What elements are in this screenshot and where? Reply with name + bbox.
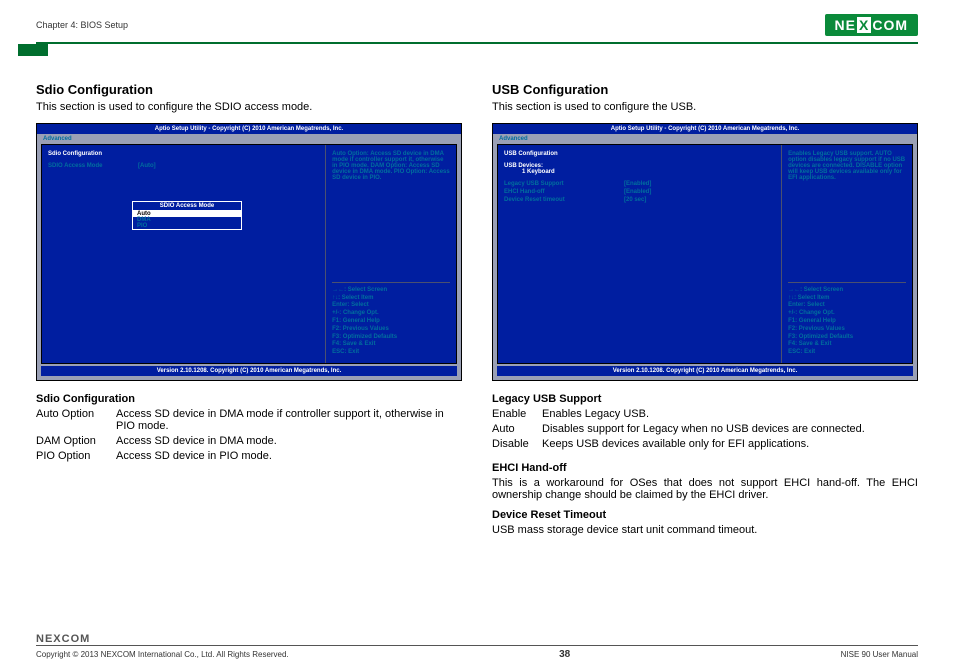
accent-bar xyxy=(18,44,48,56)
footer-rule xyxy=(36,645,918,646)
def-desc: Disables support for Legacy when no USB … xyxy=(542,423,918,435)
footer-copyright: Copyright © 2013 NEXCOM International Co… xyxy=(36,650,289,659)
bios-tab: Advanced xyxy=(493,134,917,144)
legacy-usb-value: [Enabled] xyxy=(624,181,651,187)
bios-key-hints: →←: Select Screen ↑↓: Select Item Enter:… xyxy=(332,282,450,357)
legacy-usb-label: Legacy USB Support xyxy=(504,181,624,187)
def-term: PIO Option xyxy=(36,450,116,462)
footer-logo: NEXCOM xyxy=(36,633,918,645)
brand-logo: NEXCOM xyxy=(825,14,918,36)
left-column: Sdio Configuration This section is used … xyxy=(36,82,462,544)
def-term: Enable xyxy=(492,408,542,420)
bios-tab: Advanced xyxy=(37,134,461,144)
sdio-access-mode-value: [Auto] xyxy=(138,163,156,169)
bios-title-bar: Aptio Setup Utility - Copyright (C) 2010… xyxy=(493,124,917,134)
sdio-desc: This section is used to configure the SD… xyxy=(36,101,462,113)
bios-help-text: Auto Option: Access SD device in DMA mod… xyxy=(332,151,450,282)
bios-key-hints: →←: Select Screen ↑↓: Select Item Enter:… xyxy=(788,282,906,357)
def-term: Auto Option xyxy=(36,408,116,432)
reset-timeout-value: [20 sec] xyxy=(624,197,646,203)
usb-title: USB Configuration xyxy=(492,82,918,97)
bios-version: Version 2.10.1208. Copyright (C) 2010 Am… xyxy=(497,366,913,376)
def-term: Auto xyxy=(492,423,542,435)
legacy-def-title: Legacy USB Support xyxy=(492,393,918,405)
def-desc: Enables Legacy USB. xyxy=(542,408,918,420)
reset-def-title: Device Reset Timeout xyxy=(492,509,918,521)
popup-item-pio: PIO xyxy=(133,223,241,229)
bios-title-bar: Aptio Setup Utility - Copyright (C) 2010… xyxy=(37,124,461,134)
sdio-title: Sdio Configuration xyxy=(36,82,462,97)
def-desc: Access SD device in PIO mode. xyxy=(116,450,462,462)
header-rule xyxy=(36,42,918,44)
chapter-title: Chapter 4: BIOS Setup xyxy=(36,20,128,30)
ehci-def-title: EHCI Hand-off xyxy=(492,462,918,474)
footer-manual: NISE 90 User Manual xyxy=(841,650,918,659)
sdio-access-mode-label: SDIO Access Mode xyxy=(48,163,138,169)
ehci-value: [Enabled] xyxy=(624,189,651,195)
sdio-def-title: Sdio Configuration xyxy=(36,393,462,405)
sdio-popup-title: SDIO Access Mode xyxy=(133,202,241,211)
right-column: USB Configuration This section is used t… xyxy=(492,82,918,544)
bios-version: Version 2.10.1208. Copyright (C) 2010 Am… xyxy=(41,366,457,376)
def-desc: Keeps USB devices available only for EFI… xyxy=(542,438,918,450)
def-term: DAM Option xyxy=(36,435,116,447)
sdio-bios-screenshot: Aptio Setup Utility - Copyright (C) 2010… xyxy=(36,123,462,381)
usb-desc: This section is used to configure the US… xyxy=(492,101,918,113)
reset-timeout-label: Device Reset timeout xyxy=(504,197,624,203)
ehci-label: EHCI Hand-off xyxy=(504,189,624,195)
ehci-def-para: This is a workaround for OSes that does … xyxy=(492,477,918,501)
bios-help-text: Enables Legacy USB support. AUTO option … xyxy=(788,151,906,282)
page-number: 38 xyxy=(559,649,570,660)
def-term: Disable xyxy=(492,438,542,450)
sdio-popup: SDIO Access Mode Auto DMA PIO xyxy=(132,201,242,230)
def-desc: Access SD device in DMA mode. xyxy=(116,435,462,447)
reset-def-para: USB mass storage device start unit comma… xyxy=(492,524,918,536)
usb-bios-screenshot: Aptio Setup Utility - Copyright (C) 2010… xyxy=(492,123,918,381)
def-desc: Access SD device in DMA mode if controll… xyxy=(116,408,462,432)
